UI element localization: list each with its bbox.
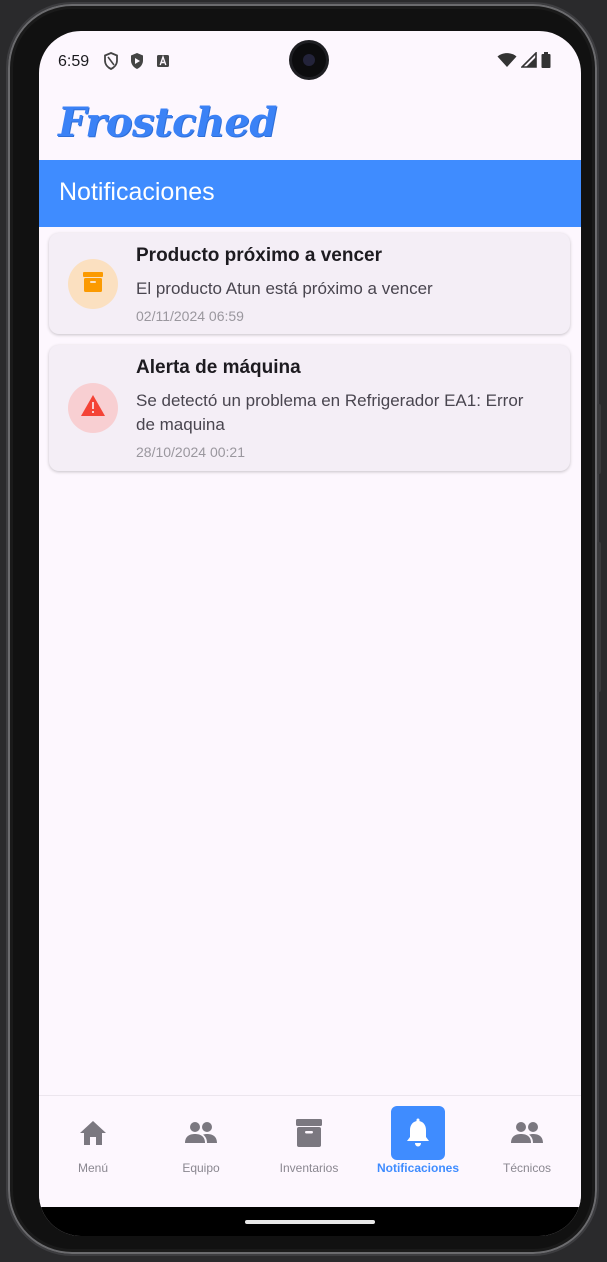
power-button bbox=[597, 542, 601, 692]
status-time: 6:59 bbox=[58, 53, 90, 70]
nav-item-equipo[interactable]: Equipo bbox=[147, 1096, 255, 1208]
nav-item-notificaciones[interactable]: Notificaciones bbox=[364, 1096, 472, 1208]
warning-triangle-icon bbox=[80, 394, 106, 423]
inventory-box-icon bbox=[282, 1106, 336, 1160]
app-screen: 6:59 Frostched Notificaciones Producto p… bbox=[39, 31, 581, 1236]
front-camera bbox=[292, 43, 326, 77]
notification-title: Producto próximo a vencer bbox=[136, 245, 383, 266]
group-icon bbox=[500, 1106, 554, 1160]
nav-item-menu[interactable]: Menú bbox=[39, 1096, 147, 1208]
notification-message: El producto Atun está próximo a vencer bbox=[136, 279, 433, 298]
notification-card[interactable]: Producto próximo a vencer El producto At… bbox=[49, 233, 570, 334]
group-icon bbox=[174, 1106, 228, 1160]
page-title: Notificaciones bbox=[59, 178, 215, 206]
nav-label: Técnicos bbox=[502, 1161, 552, 1175]
volume-button bbox=[597, 404, 601, 474]
notification-card[interactable]: Alerta de máquina Se detectó un problema… bbox=[49, 345, 570, 471]
status-bar: 6:59 bbox=[39, 31, 581, 91]
notification-date: 28/10/2024 00:21 bbox=[136, 444, 245, 460]
play-shield-icon bbox=[129, 52, 147, 70]
battery-icon bbox=[541, 52, 551, 73]
notification-title: Alerta de máquina bbox=[136, 357, 301, 378]
bell-icon bbox=[391, 1106, 445, 1160]
notification-icon-circle bbox=[68, 383, 118, 433]
vpn-shield-icon bbox=[103, 52, 121, 70]
keyboard-a-icon bbox=[155, 52, 173, 70]
wifi-icon bbox=[497, 52, 517, 73]
bottom-navigation: Menú Equipo Inventarios Notificaciones T… bbox=[39, 1095, 581, 1208]
home-icon bbox=[66, 1106, 120, 1160]
signal-icon bbox=[520, 51, 537, 73]
inventory-box-icon bbox=[81, 270, 105, 299]
nav-label: Notificaciones bbox=[376, 1161, 460, 1175]
nav-label: Equipo bbox=[182, 1161, 220, 1175]
nav-item-inventarios[interactable]: Inventarios bbox=[255, 1096, 363, 1208]
nav-item-tecnicos[interactable]: Técnicos bbox=[473, 1096, 581, 1208]
home-indicator[interactable] bbox=[245, 1220, 375, 1224]
notification-message: Se detectó un problema en Refrigerador E… bbox=[136, 391, 524, 434]
notification-icon-circle bbox=[68, 259, 118, 309]
nav-label: Inventarios bbox=[279, 1161, 339, 1175]
nav-label: Menú bbox=[77, 1161, 109, 1175]
phone-frame: 6:59 Frostched Notificaciones Producto p… bbox=[8, 4, 601, 1254]
app-bar: Notificaciones bbox=[39, 160, 581, 227]
notification-date: 02/11/2024 06:59 bbox=[136, 308, 244, 324]
app-logo: Frostched bbox=[58, 99, 277, 146]
